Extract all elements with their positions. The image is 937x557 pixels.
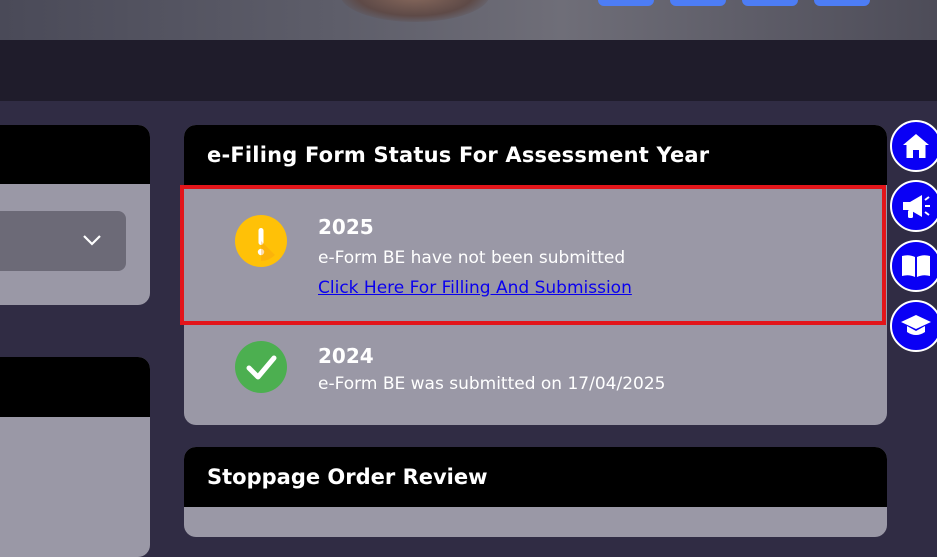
hero-button-3[interactable] xyxy=(742,0,798,6)
left-card-top xyxy=(0,125,150,305)
book-icon xyxy=(902,255,930,277)
hero-button-4[interactable] xyxy=(814,0,870,6)
efiling-status-title: e-Filing Form Status For Assessment Year xyxy=(184,125,887,185)
hero-banner xyxy=(0,0,937,40)
status-year: 2024 xyxy=(318,344,374,368)
hero-image xyxy=(340,0,490,22)
home-icon xyxy=(903,134,929,158)
hero-button-2[interactable] xyxy=(670,0,726,6)
navbar xyxy=(0,40,937,101)
left-card-bottom xyxy=(0,357,150,557)
graduation-cap-icon xyxy=(901,315,931,335)
guide-button[interactable] xyxy=(890,240,937,292)
education-button[interactable] xyxy=(890,300,937,352)
status-message: e-Form BE was submitted on 17/04/2025 xyxy=(318,374,666,394)
highlight-box xyxy=(180,185,886,325)
stoppage-order-card: Stoppage Order Review xyxy=(184,447,887,537)
megaphone-icon xyxy=(903,195,930,218)
status-row-2024: 2024 e-Form BE was submitted on 17/04/20… xyxy=(184,324,887,425)
left-card-bottom-header xyxy=(0,357,150,417)
home-button[interactable] xyxy=(890,120,937,172)
hero-button-1[interactable] xyxy=(598,0,654,6)
year-select-dropdown[interactable] xyxy=(0,211,126,271)
announcements-button[interactable] xyxy=(890,180,937,232)
left-card-top-header xyxy=(0,125,150,184)
check-icon xyxy=(235,341,287,393)
stoppage-order-title: Stoppage Order Review xyxy=(184,447,887,507)
chevron-down-icon xyxy=(83,235,101,246)
